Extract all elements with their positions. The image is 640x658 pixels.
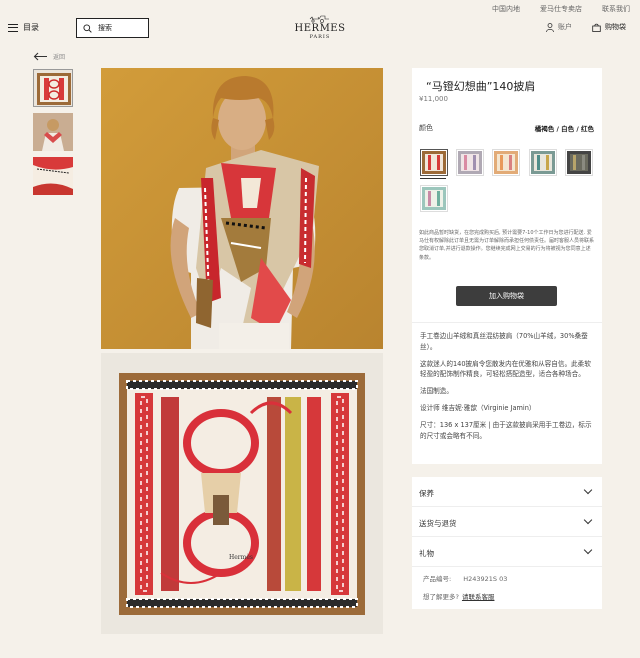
top-links: 中国内地 爱马仕专卖店 联系我们 — [492, 4, 630, 14]
accordion-care[interactable]: 保养 — [412, 477, 602, 507]
search-icon — [83, 23, 92, 33]
accordion-shipping[interactable]: 送货与退货 — [412, 507, 602, 537]
menu-label: 目录 — [23, 23, 39, 32]
product-code-value: H243921S 03 — [463, 575, 508, 583]
top-link-region[interactable]: 中国内地 — [492, 4, 520, 14]
header: 中国内地 爱马仕专卖店 联系我们 目录 搜索 HERMES PARIS 账户 购… — [0, 0, 640, 52]
description-designer: 设计师 维吉妮·雅歆（Virginie Jamin） — [420, 403, 536, 412]
product-code-label: 产品编号: — [423, 575, 452, 583]
stock-notice: 如此商品暂时缺货，在您完成购买后, 预计需要7-10个工作日为您进行配送. 爱马… — [419, 230, 595, 261]
user-icon — [546, 22, 554, 32]
accordion-gift-label: 礼物 — [419, 549, 434, 558]
logo-city: PARIS — [309, 34, 331, 40]
product-code: 产品编号: H243921S 03 — [423, 573, 507, 583]
logo-brand: HERMES — [294, 23, 346, 34]
swatch-peach[interactable] — [492, 149, 520, 176]
carriage-icon — [309, 15, 329, 23]
svg-text:Hermès: Hermès — [229, 554, 253, 561]
add-to-cart-button[interactable]: 加入购物袋 — [456, 286, 557, 306]
thumbnail-model[interactable] — [33, 113, 73, 151]
product-title: “马镫幻想曲”140披肩 — [426, 80, 536, 93]
product-description: 手工卷边山羊绒和真丝混纺披肩（70%山羊绒，30%桑蚕丝）。 这款迷人的140披… — [420, 331, 596, 447]
account-label: 账户 — [558, 23, 572, 31]
bag-icon — [592, 23, 601, 32]
swatch-black[interactable] — [565, 149, 593, 176]
shopping-bag-link[interactable]: 购物袋 — [592, 22, 626, 32]
thumbnail-scarf[interactable] — [33, 69, 73, 107]
product-info-card: “马镫幻想曲”140披肩 ¥11,000 颜色 橘褐色 / 白色 / 红色 如此… — [412, 68, 602, 464]
selected-swatch-indicator — [420, 178, 446, 179]
bag-label: 购物袋 — [605, 23, 626, 31]
divider — [412, 322, 602, 323]
accordion-shipping-label: 送货与退货 — [419, 519, 457, 528]
product-photo-model[interactable] — [101, 68, 383, 349]
contact-line: 想了解更多? 请联系客服 — [423, 591, 494, 601]
hamburger-icon — [8, 23, 18, 32]
contact-link[interactable]: 请联系客服 — [462, 593, 495, 601]
back-link[interactable]: 返回 — [33, 52, 65, 61]
color-value: 橘褐色 / 白色 / 红色 — [534, 125, 594, 133]
accordion-gift[interactable]: 礼物 — [412, 537, 602, 567]
color-label: 颜色 — [419, 124, 433, 132]
description-origin: 法国制造。 — [420, 387, 453, 396]
arrow-left-icon — [33, 52, 47, 61]
product-photo-flatlay[interactable]: Hermès — [101, 353, 383, 634]
chevron-down-icon — [583, 485, 593, 495]
search-input[interactable]: 搜索 — [76, 18, 149, 38]
chevron-down-icon — [583, 515, 593, 525]
product-price: ¥11,000 — [419, 95, 448, 103]
top-link-stores[interactable]: 爱马仕专卖店 — [540, 4, 582, 14]
swatch-teal[interactable] — [529, 149, 557, 176]
back-label: 返回 — [53, 54, 66, 61]
search-placeholder: 搜索 — [98, 24, 112, 32]
thumbnail-detail[interactable] — [33, 157, 73, 195]
swatch-mint[interactable] — [420, 185, 448, 212]
top-link-contact[interactable]: 联系我们 — [602, 4, 630, 14]
description-intro: 这款迷人的140披肩令您散发内在优雅和从容自信。此柔软轻盈的配饰制作精良，可轻松… — [420, 359, 591, 379]
hermes-logo[interactable]: HERMES PARIS — [294, 14, 346, 40]
menu-button[interactable]: 目录 — [8, 22, 39, 33]
contact-text: 想了解更多? — [423, 593, 459, 601]
description-size: 尺寸：136 x 137厘米 | 由于这款披肩采用手工卷边，标示的尺寸或会略有不… — [420, 420, 592, 440]
account-link[interactable]: 账户 — [546, 22, 572, 32]
chevron-down-icon — [583, 545, 593, 555]
swatch-red-brown[interactable] — [420, 149, 448, 176]
product-code-box: 产品编号: H243921S 03 想了解更多? 请联系客服 — [412, 567, 602, 609]
swatch-pink-grey[interactable] — [456, 149, 484, 176]
description-material: 手工卷边山羊绒和真丝混纺披肩（70%山羊绒，30%桑蚕丝）。 — [420, 332, 588, 351]
accordion-care-label: 保养 — [419, 489, 434, 498]
